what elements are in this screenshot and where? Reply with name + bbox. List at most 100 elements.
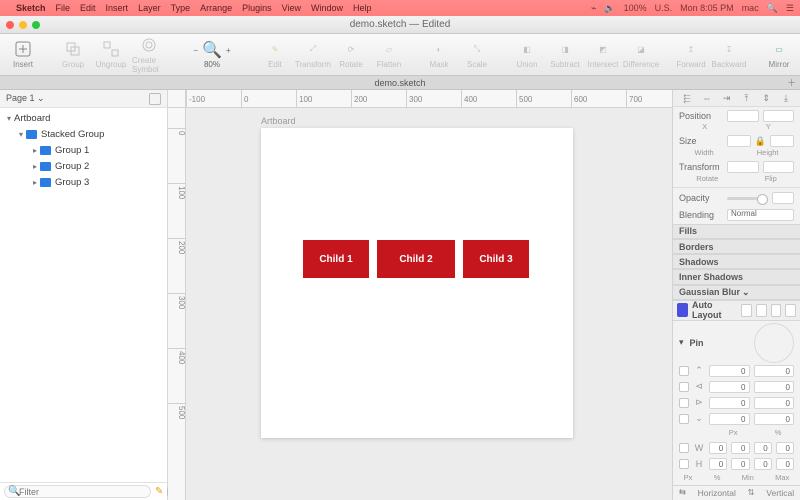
menu-type[interactable]: Type [171,3,191,13]
volume-icon[interactable]: 🔈 [604,3,615,14]
pin-w-field[interactable]: 0 [709,442,727,454]
rotate-field[interactable] [727,161,759,173]
disclosure-icon[interactable]: ▸ [30,146,40,155]
child-2[interactable]: Child 2 [377,240,455,278]
pin-left-field[interactable]: 0 [709,381,750,393]
battery-status[interactable]: 100% [624,3,647,13]
shadows-section[interactable]: Shadows [673,254,800,269]
distribute-v-icon[interactable]: ⇅ [748,487,755,498]
insert-button[interactable]: Insert [6,40,40,69]
align-right-icon[interactable]: ⇥ [721,92,733,104]
pin-target-icon[interactable] [754,323,794,363]
pin-left-field-2[interactable]: 0 [754,381,795,393]
intersect-button[interactable]: ◩Intersect [586,40,620,69]
notifications-icon[interactable]: ☰ [786,3,794,14]
tab-demo[interactable]: demo.sketch [374,78,425,88]
menu-arrange[interactable]: Arrange [200,3,232,13]
create-symbol-button[interactable]: Create Symbol [132,36,166,74]
pin-w-check[interactable] [679,443,689,453]
clock[interactable]: Mon 8:05 PM [680,3,734,13]
pin-disclosure-icon[interactable]: ▾ [679,337,684,348]
menu-view[interactable]: View [282,3,301,13]
page-selector[interactable]: Page 1 ⌄ [0,90,167,108]
minimize-icon[interactable] [19,21,27,29]
page-list-icon[interactable] [149,93,161,105]
mask-button[interactable]: ◐Mask [422,40,456,69]
union-button[interactable]: ◧Union [510,40,544,69]
canvas-area[interactable]: -100 0 100 200 300 400 500 600 700 0 100… [168,90,672,500]
gaussian-blur-section[interactable]: Gaussian Blur ⌄ [673,285,800,300]
pin-top-field-2[interactable]: 0 [754,365,795,377]
disclosure-icon[interactable]: ▾ [16,130,26,139]
edit-button[interactable]: ✎Edit [258,40,292,69]
menu-layer[interactable]: Layer [138,3,161,13]
zoom-control[interactable]: −🔍+ 80% [182,40,242,69]
layer-group-2[interactable]: ▸ Group 2 [0,158,167,174]
align-bottom-icon[interactable]: ⤓ [780,92,792,104]
layer-group-3[interactable]: ▸ Group 3 [0,174,167,190]
child-3[interactable]: Child 3 [463,240,529,278]
disclosure-icon[interactable]: ▸ [30,178,40,187]
pin-bottom-check[interactable] [679,414,689,424]
rotate-button[interactable]: ⟳Rotate [334,40,368,69]
fills-section[interactable]: Fills [673,224,800,239]
align-vcenter-icon[interactable]: ⇕ [760,92,772,104]
borders-section[interactable]: Borders [673,239,800,254]
height-field[interactable] [770,135,794,147]
user-name[interactable]: mac [742,3,759,13]
blending-select[interactable]: Normal [727,209,794,221]
subtract-button[interactable]: ◨Subtract [548,40,582,69]
menu-window[interactable]: Window [311,3,343,13]
inner-shadows-section[interactable]: Inner Shadows [673,269,800,284]
wifi-icon[interactable]: ⌁ [591,3,596,14]
lock-icon[interactable]: 🔒 [755,136,766,147]
scale-button[interactable]: ⤡Scale [460,40,494,69]
al-mode-2-button[interactable] [756,304,767,317]
filter-pencil-icon[interactable]: ✎ [155,486,163,497]
flip-field[interactable] [763,161,795,173]
x-field[interactable] [727,110,759,122]
pin-right-check[interactable] [679,398,689,408]
align-top-icon[interactable]: ⤒ [740,92,752,104]
menu-file[interactable]: File [56,3,71,13]
opacity-slider[interactable] [727,197,768,200]
traffic-lights[interactable] [6,21,40,29]
flatten-button[interactable]: ▱Flatten [372,40,406,69]
pin-top-field[interactable]: 0 [709,365,750,377]
layer-group-1[interactable]: ▸ Group 1 [0,142,167,158]
transform-button[interactable]: ⤢Transform [296,40,330,69]
menu-plugins[interactable]: Plugins [242,3,272,13]
align-left-icon[interactable]: ⬱ [681,92,693,104]
forward-button[interactable]: ↥Forward [674,40,708,69]
layer-artboard[interactable]: ▾ Artboard [0,110,167,126]
pin-bottom-field[interactable]: 0 [709,413,750,425]
al-mode-4-button[interactable] [785,304,796,317]
filter-input[interactable] [4,485,151,498]
align-hcenter-icon[interactable]: ⇔ [701,92,713,104]
width-field[interactable] [727,135,751,147]
difference-button[interactable]: ◪Difference [624,40,658,69]
pin-h-field[interactable]: 0 [709,458,727,470]
flag-status[interactable]: U.S. [655,3,673,13]
app-name[interactable]: Sketch [16,3,46,13]
menu-help[interactable]: Help [353,3,372,13]
layer-stacked-group[interactable]: ▾ Stacked Group [0,126,167,142]
pin-right-field[interactable]: 0 [709,397,750,409]
artboard-label[interactable]: Artboard [261,116,296,126]
al-mode-3-button[interactable] [771,304,782,317]
distribute-h-icon[interactable]: ⇆ [679,487,686,498]
al-mode-1-button[interactable] [741,304,752,317]
y-field[interactable] [763,110,795,122]
ungroup-button[interactable]: Ungroup [94,40,128,69]
opacity-field[interactable] [772,192,794,204]
zoom-in-icon[interactable]: + [226,46,231,55]
disclosure-icon[interactable]: ▾ [4,114,14,123]
zoom-window-icon[interactable] [32,21,40,29]
add-tab-button[interactable]: ＋ [787,76,796,89]
pin-top-check[interactable] [679,366,689,376]
menu-insert[interactable]: Insert [106,3,129,13]
pin-bottom-field-2[interactable]: 0 [754,413,795,425]
backward-button[interactable]: ↧Backward [712,40,746,69]
zoom-out-icon[interactable]: − [193,46,198,55]
disclosure-icon[interactable]: ▸ [30,162,40,171]
